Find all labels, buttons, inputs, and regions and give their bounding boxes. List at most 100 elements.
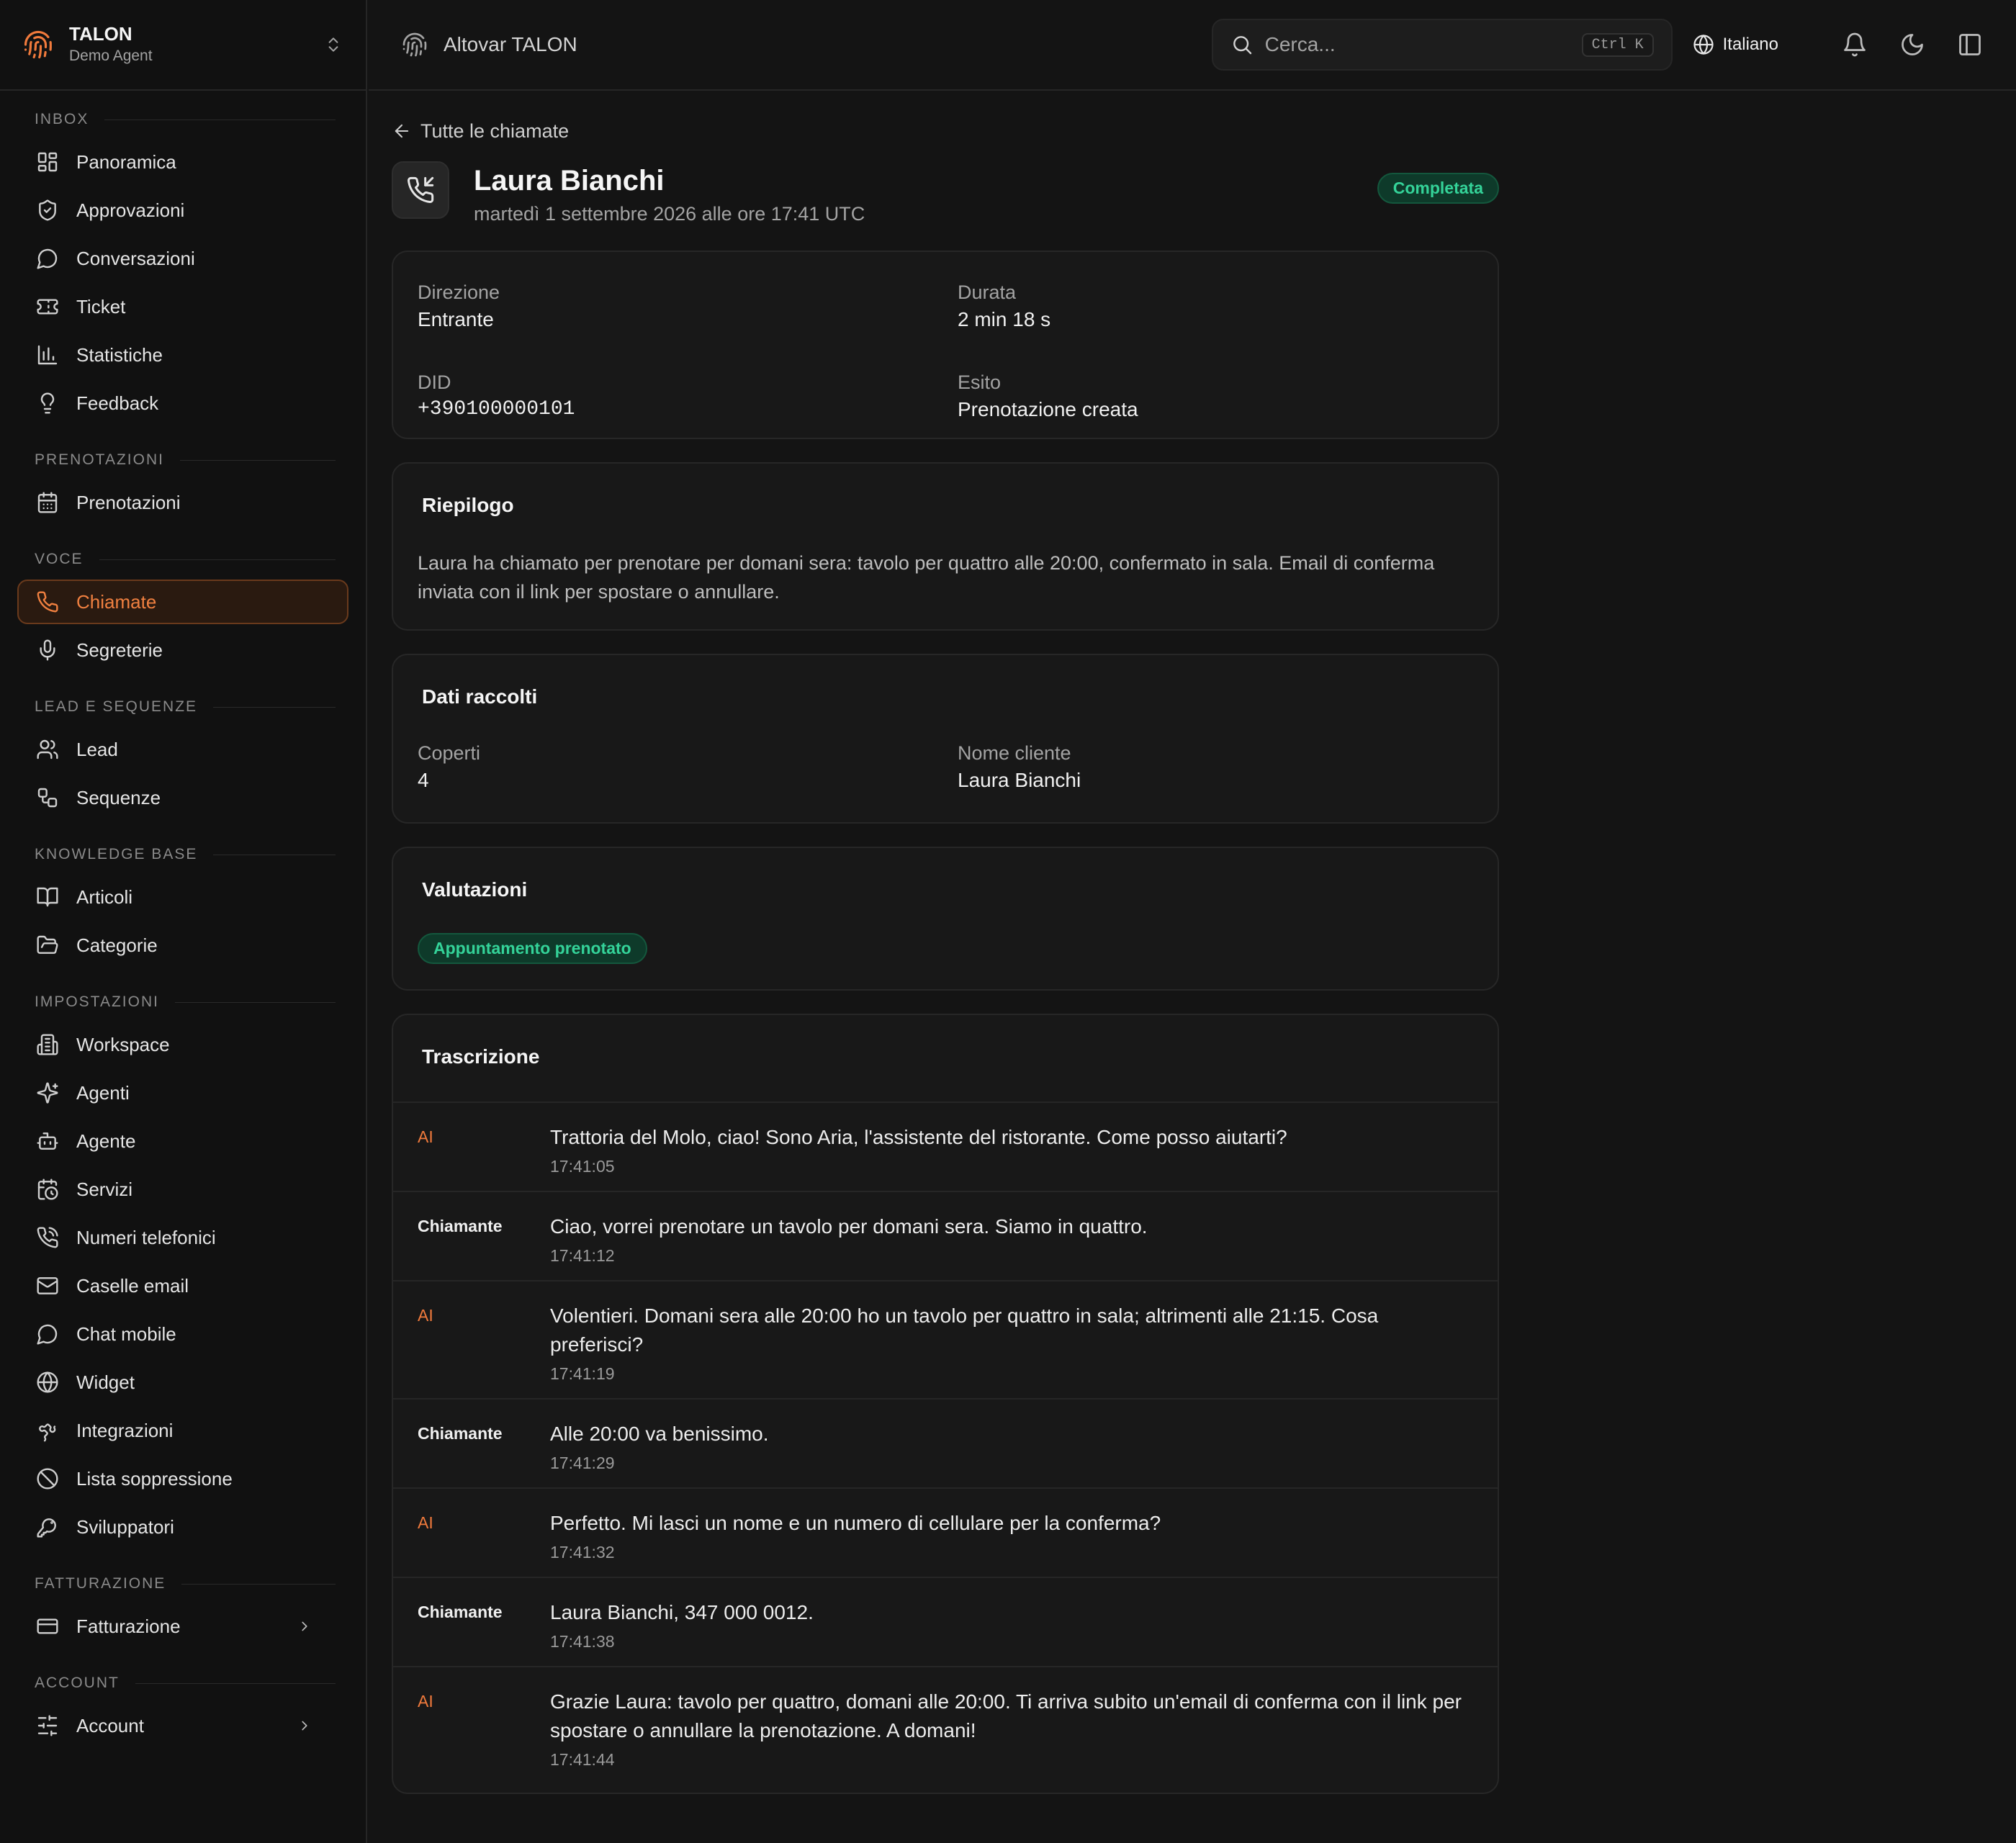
- credit-card-icon: [36, 1615, 59, 1638]
- puzzle-icon: [36, 1419, 59, 1442]
- search-box[interactable]: Ctrl K: [1211, 19, 1673, 71]
- transcript-title: Trascrizione: [393, 1015, 1498, 1103]
- sidebar-item-label: Approvazioni: [76, 199, 185, 221]
- sliders-icon: [36, 1714, 59, 1737]
- sidebar-item-widget[interactable]: Widget: [17, 1360, 348, 1405]
- sidebar-item-feedback[interactable]: Feedback: [17, 381, 348, 425]
- turn-body: Alle 20:00 va benissimo. 17:41:29: [550, 1420, 769, 1487]
- sidebar-item-articoli[interactable]: Articoli: [17, 875, 348, 919]
- ratings-card: Valutazioni Appuntamento prenotato: [392, 847, 1499, 991]
- sidebar-item-approvazioni[interactable]: Approvazioni: [17, 188, 348, 233]
- sidebar-item-fatturazione[interactable]: Fatturazione: [17, 1604, 348, 1649]
- sidebar-item-label: Workspace: [76, 1033, 170, 1055]
- search-input[interactable]: [1264, 33, 1582, 56]
- transcript-turn: Chiamante Ciao, vorrei prenotare un tavol…: [393, 1192, 1498, 1281]
- folder-icon: [36, 934, 59, 957]
- sidebar-item-account[interactable]: Account: [17, 1703, 348, 1748]
- phone-call-icon: [36, 1226, 59, 1249]
- sidebar-item-prenotazioni[interactable]: Prenotazioni: [17, 480, 348, 525]
- turn-text: Ciao, vorrei prenotare un tavolo per dom…: [550, 1215, 1148, 1238]
- sidebar-item-panoramica[interactable]: Panoramica: [17, 140, 348, 184]
- language-selector[interactable]: Italiano: [1693, 34, 1778, 55]
- customer-name-label: Nome cliente: [958, 742, 1071, 764]
- collected-data-title: Dati raccolti: [422, 685, 538, 708]
- back-link[interactable]: Tutte le chiamate: [392, 117, 1499, 145]
- ban-icon: [36, 1467, 59, 1490]
- sidebar-item-agente[interactable]: Agente: [17, 1119, 348, 1163]
- nav-section-label: VOCE: [17, 546, 348, 572]
- sidebar-item-workspace[interactable]: Workspace: [17, 1022, 348, 1067]
- did-field: DID +390100000101: [418, 369, 958, 438]
- sidebar-item-label: Ticket: [76, 295, 126, 317]
- sidebar-item-label: Lead: [76, 738, 118, 760]
- sidebar-item-servizi[interactable]: Servizi: [17, 1167, 348, 1212]
- turn-timestamp: 17:41:44: [550, 1750, 615, 1769]
- sidebar-item-numeri-telefonici[interactable]: Numeri telefonici: [17, 1215, 348, 1260]
- did-value: +390100000101: [418, 398, 575, 420]
- chat-bubble-icon: [36, 1322, 59, 1346]
- phone-icon: [36, 590, 59, 613]
- sidebar-item-conversazioni[interactable]: Conversazioni: [17, 236, 348, 281]
- nav-section-title: INBOX: [35, 111, 89, 127]
- direction-label: Direzione: [418, 281, 500, 303]
- chevrons-up-down-icon[interactable]: [324, 35, 343, 54]
- sidebar-item-sequenze[interactable]: Sequenze: [17, 775, 348, 820]
- covers-label: Coperti: [418, 742, 481, 764]
- nav-section-prenotazioni: PRENOTAZIONI Prenotazioni: [17, 447, 348, 525]
- sidebar-item-categorie[interactable]: Categorie: [17, 923, 348, 968]
- sidebar-item-label: Categorie: [76, 934, 158, 956]
- search-shortcut-hint: Ctrl K: [1581, 32, 1654, 57]
- turn-timestamp: 17:41:29: [550, 1454, 615, 1472]
- sidebar-item-lead[interactable]: Lead: [17, 727, 348, 772]
- language-label: Italiano: [1722, 35, 1778, 54]
- sidebar-item-label: Widget: [76, 1371, 135, 1393]
- sidebar-item-sviluppatori[interactable]: Sviluppatori: [17, 1505, 348, 1549]
- sidebar-item-label: Integrazioni: [76, 1419, 174, 1441]
- globe-icon: [36, 1371, 59, 1394]
- sidebar-item-agenti[interactable]: Agenti: [17, 1071, 348, 1115]
- nav-section-knowledge-base: KNOWLEDGE BASE Articoli Categorie: [17, 842, 348, 968]
- panel-toggle-icon[interactable]: [1957, 32, 1983, 58]
- sidebar-item-integrazioni[interactable]: Integrazioni: [17, 1408, 348, 1453]
- section-divider: [179, 459, 336, 461]
- page-title: Laura Bianchi: [474, 165, 665, 197]
- sidebar-item-label: Caselle email: [76, 1274, 189, 1297]
- moon-icon[interactable]: [1899, 32, 1925, 58]
- brand-name: TALON: [69, 23, 132, 45]
- nav-section-title: VOCE: [35, 551, 84, 567]
- microphone-icon: [36, 639, 59, 662]
- collected-data-card: Dati raccolti Coperti 4 Nome cliente Lau…: [392, 654, 1499, 824]
- status-badge: Completata: [1377, 173, 1499, 204]
- chevron-right-icon: [297, 1718, 312, 1734]
- nav-section-lead-e-sequenze: LEAD E SEQUENZE Lead Sequenze: [17, 694, 348, 820]
- section-divider: [99, 559, 336, 560]
- turn-text: Volentieri. Domani sera alle 20:00 ho un…: [550, 1304, 1379, 1356]
- call-type-tile: [392, 161, 449, 219]
- nav-section-label: INBOX: [17, 107, 348, 132]
- sidebar-item-label: Statistiche: [76, 343, 163, 366]
- sidebar-item-caselle-email[interactable]: Caselle email: [17, 1263, 348, 1308]
- sidebar-item-chat-mobile[interactable]: Chat mobile: [17, 1312, 348, 1356]
- turn-text: Grazie Laura: tavolo per quattro, domani…: [550, 1690, 1462, 1741]
- sidebar-item-label: Fatturazione: [76, 1615, 181, 1637]
- sidebar-item-chiamate[interactable]: Chiamate: [17, 580, 348, 624]
- speaker-label: AI: [418, 1692, 433, 1711]
- sidebar-item-label: Account: [76, 1714, 144, 1736]
- phone-incoming-icon: [406, 176, 435, 204]
- turn-body: Trattoria del Molo, ciao! Sono Aria, l'a…: [550, 1123, 1287, 1191]
- fingerprint-logo-icon: [23, 30, 53, 60]
- sidebar-item-statistiche[interactable]: Statistiche: [17, 333, 348, 377]
- transcript-turn: Chiamante Laura Bianchi, 347 000 0012. 17:…: [393, 1578, 1498, 1667]
- bell-icon[interactable]: [1842, 32, 1868, 58]
- sidebar-item-lista-soppressione[interactable]: Lista soppressione: [17, 1456, 348, 1501]
- turn-timestamp: 17:41:19: [550, 1364, 615, 1383]
- sidebar-item-ticket[interactable]: Ticket: [17, 284, 348, 329]
- nav-section-label: PRENOTAZIONI: [17, 447, 348, 473]
- turn-text: Trattoria del Molo, ciao! Sono Aria, l'a…: [550, 1126, 1287, 1148]
- transcript-turn: AI Volentieri. Domani sera alle 20:00 ho …: [393, 1281, 1498, 1400]
- lightbulb-icon: [36, 392, 59, 415]
- direction-field: Direzione Entrante: [418, 279, 958, 348]
- sidebar-item-segreterie[interactable]: Segreterie: [17, 628, 348, 672]
- workspace-switcher[interactable]: TALON Demo Agent: [0, 0, 366, 91]
- did-label: DID: [418, 371, 451, 393]
